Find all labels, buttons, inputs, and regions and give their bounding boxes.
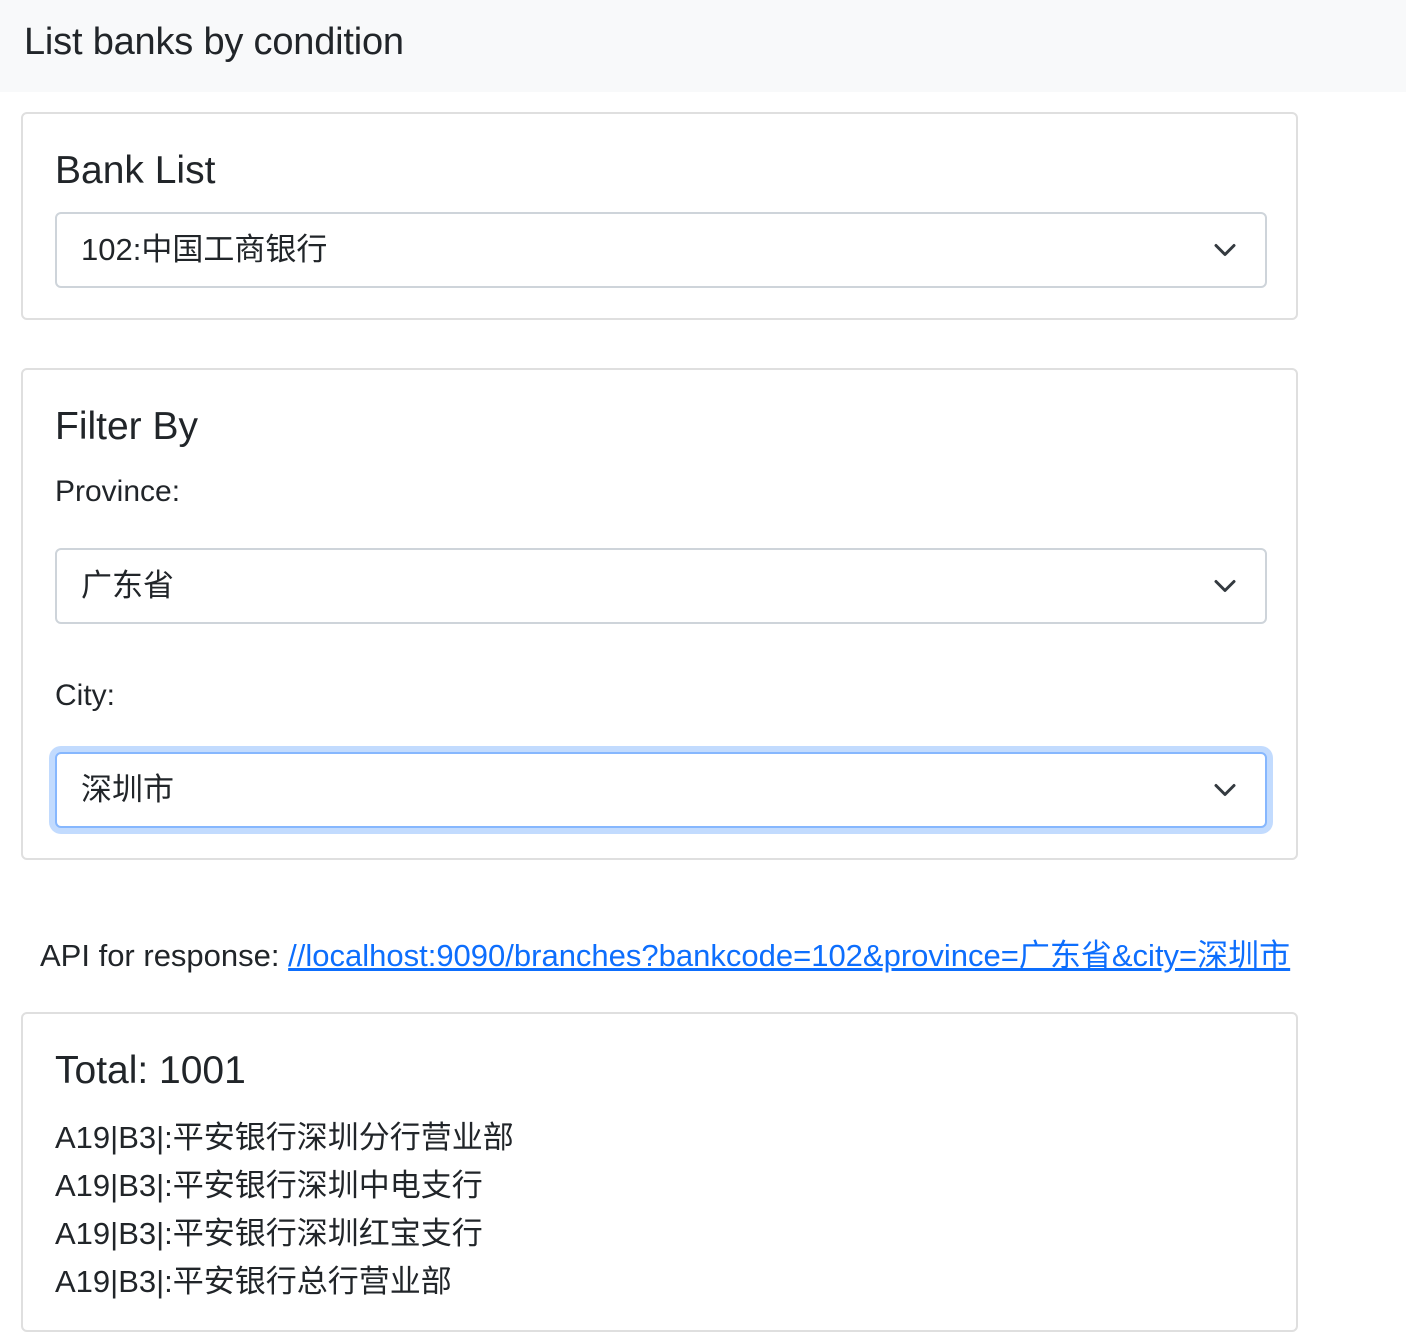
results-card: Total: 1001 A19|B3|:平安银行深圳分行营业部 A19|B3|:… <box>21 1012 1298 1332</box>
city-select-value: 深圳市 <box>81 772 174 807</box>
chevron-down-icon <box>1214 784 1236 796</box>
list-item: A19|B3|:平安银行深圳红宝支行 <box>55 1216 483 1251</box>
branch-list: A19|B3|:平安银行深圳分行营业部 A19|B3|:平安银行深圳中电支行 A… <box>55 1114 514 1306</box>
api-link[interactable]: //localhost:9090/branches?bankcode=102&p… <box>288 938 1290 973</box>
province-select-value: 广东省 <box>81 568 174 603</box>
api-label: API for response: <box>40 938 289 973</box>
city-label: City: <box>55 679 115 712</box>
bank-select[interactable]: 102:中国工商银行 <box>55 212 1267 288</box>
chevron-down-icon <box>1214 244 1236 256</box>
navbar: List banks by condition <box>0 0 1406 92</box>
page-title: List banks by condition <box>24 21 404 63</box>
bank-list-title: Bank List <box>55 149 216 192</box>
filter-card: Filter By Province: 广东省 City: 深圳市 <box>21 368 1298 860</box>
province-select[interactable]: 广东省 <box>55 548 1267 624</box>
chevron-down-icon <box>1214 580 1236 592</box>
list-item: A19|B3|:平安银行深圳中电支行 <box>55 1168 483 1203</box>
api-line: API for response: //localhost:9090/branc… <box>40 936 1290 976</box>
total-count: Total: 1001 <box>55 1049 246 1092</box>
province-label: Province: <box>55 475 181 508</box>
bank-list-card: Bank List 102:中国工商银行 <box>21 112 1298 320</box>
bank-select-value: 102:中国工商银行 <box>81 232 328 267</box>
filter-title: Filter By <box>55 405 199 448</box>
list-item: A19|B3|:平安银行深圳分行营业部 <box>55 1120 514 1155</box>
list-item: A19|B3|:平安银行总行营业部 <box>55 1264 452 1299</box>
city-select[interactable]: 深圳市 <box>55 752 1267 828</box>
